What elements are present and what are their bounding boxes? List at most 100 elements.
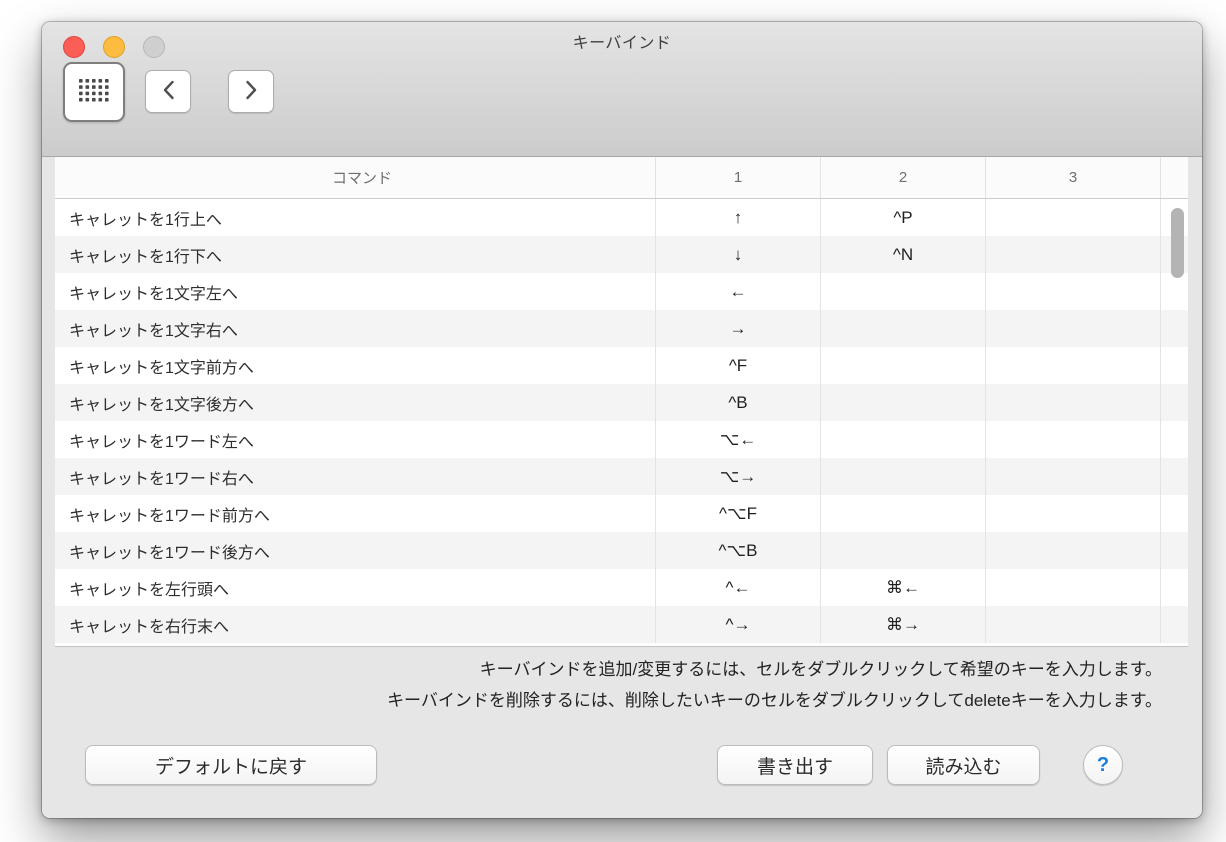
table-header: コマンド 1 2 3 xyxy=(55,157,1188,199)
key-cell[interactable] xyxy=(820,421,985,458)
command-cell[interactable]: キャレットを1文字前方へ xyxy=(55,347,655,384)
table-row: キャレットを1文字右へ→ xyxy=(55,310,1188,347)
key-cell[interactable] xyxy=(1160,495,1188,532)
key-cell[interactable] xyxy=(985,569,1160,606)
key-cell[interactable]: ^⌥B xyxy=(655,532,820,569)
command-cell[interactable]: キャレットを1行下へ xyxy=(55,236,655,273)
key-cell[interactable]: ^→ xyxy=(655,606,820,643)
key-cell[interactable] xyxy=(1160,347,1188,384)
key-cell[interactable]: ⌥← xyxy=(655,421,820,458)
export-button[interactable]: 書き出す xyxy=(717,745,873,785)
key-cell[interactable] xyxy=(820,458,985,495)
chevron-right-icon xyxy=(245,80,258,103)
keybind-table: コマンド 1 2 3 キャレットを1行上へ↑^Pキャレットを1行下へ↓^Nキャレ… xyxy=(55,157,1188,647)
key-cell[interactable] xyxy=(1160,273,1188,310)
table-row: キャレットを右行末へ^→⌘→ xyxy=(55,606,1188,643)
chevron-left-icon xyxy=(162,80,175,103)
command-cell[interactable]: キャレットを左行頭へ xyxy=(55,569,655,606)
titlebar[interactable]: キーバインド xyxy=(42,22,1202,62)
command-cell[interactable]: キャレットを1ワード右へ xyxy=(55,458,655,495)
table-row: キャレットを1ワード左へ⌥← xyxy=(55,421,1188,458)
button-row: デフォルトに戻す 書き出す 読み込む ? xyxy=(42,745,1202,785)
key-cell[interactable] xyxy=(820,495,985,532)
footer-panel: キーバインドを追加/変更するには、セルをダブルクリックして希望のキーを入力します… xyxy=(42,647,1202,818)
key-cell[interactable] xyxy=(1160,458,1188,495)
window-chrome: キーバインド xyxy=(42,22,1202,157)
forward-button[interactable] xyxy=(228,70,274,113)
key-cell[interactable]: ^N xyxy=(820,236,985,273)
key-cell[interactable] xyxy=(820,310,985,347)
command-cell[interactable]: キャレットを1文字左へ xyxy=(55,273,655,310)
help-text-line1: キーバインドを追加/変更するには、セルをダブルクリックして希望のキーを入力します… xyxy=(42,654,1162,685)
desktop: キーバインド xyxy=(0,0,1226,842)
key-cell[interactable] xyxy=(1160,421,1188,458)
command-cell[interactable]: キャレットを1ワード前方へ xyxy=(55,495,655,532)
table-body: キャレットを1行上へ↑^Pキャレットを1行下へ↓^Nキャレットを1文字左へ←キャ… xyxy=(55,199,1188,646)
key-cell[interactable]: ^← xyxy=(655,569,820,606)
vertical-scrollbar[interactable] xyxy=(1171,208,1184,278)
column-header-2[interactable]: 2 xyxy=(820,157,985,198)
key-cell[interactable]: ↓ xyxy=(655,236,820,273)
command-cell[interactable]: キャレットを1ワード後方へ xyxy=(55,532,655,569)
key-cell[interactable] xyxy=(985,384,1160,421)
key-cell[interactable] xyxy=(985,458,1160,495)
import-button[interactable]: 読み込む xyxy=(887,745,1040,785)
table-row: キャレットを1行上へ↑^P xyxy=(55,199,1188,236)
key-cell[interactable]: ^B xyxy=(655,384,820,421)
table-row: キャレットを1行下へ↓^N xyxy=(55,236,1188,273)
command-cell[interactable]: キャレットを1ワード左へ xyxy=(55,421,655,458)
column-header-extra xyxy=(1160,157,1188,198)
key-cell[interactable]: → xyxy=(655,310,820,347)
key-cell[interactable] xyxy=(985,606,1160,643)
column-header-1[interactable]: 1 xyxy=(655,157,820,198)
show-all-keys-button[interactable] xyxy=(63,62,125,122)
key-cell[interactable] xyxy=(1160,310,1188,347)
key-cell[interactable]: ^⌥F xyxy=(655,495,820,532)
table-row: キャレットを1文字後方へ^B xyxy=(55,384,1188,421)
help-text: キーバインドを追加/変更するには、セルをダブルクリックして希望のキーを入力します… xyxy=(42,647,1202,716)
table-row: キャレットを1文字左へ← xyxy=(55,273,1188,310)
key-cell[interactable] xyxy=(820,532,985,569)
command-cell[interactable]: キャレットを1文字右へ xyxy=(55,310,655,347)
command-cell[interactable]: キャレットを1文字後方へ xyxy=(55,384,655,421)
key-cell[interactable] xyxy=(1160,569,1188,606)
table-row: キャレットを1ワード前方へ^⌥F xyxy=(55,495,1188,532)
column-header-3[interactable]: 3 xyxy=(985,157,1160,198)
right-button-group: 書き出す 読み込む ? xyxy=(717,745,1123,785)
key-cell[interactable] xyxy=(985,495,1160,532)
back-button[interactable] xyxy=(145,70,191,113)
table-row: キャレットを左行頭へ^←⌘← xyxy=(55,569,1188,606)
table-row: キャレットを1ワード右へ⌥→ xyxy=(55,458,1188,495)
help-text-line2: キーバインドを削除するには、削除したいキーのセルをダブルクリックしてdelete… xyxy=(42,685,1162,716)
key-cell[interactable]: ⌘← xyxy=(820,569,985,606)
key-cell[interactable]: ⌥→ xyxy=(655,458,820,495)
help-button[interactable]: ? xyxy=(1083,745,1123,785)
keybind-window: キーバインド xyxy=(42,22,1202,818)
table-row: キャレットを1文字前方へ^F xyxy=(55,347,1188,384)
key-cell[interactable] xyxy=(820,273,985,310)
table-row: キャレットを1ワード後方へ^⌥B xyxy=(55,532,1188,569)
command-cell[interactable]: キャレットを右行末へ xyxy=(55,606,655,643)
key-cell[interactable]: ^P xyxy=(820,199,985,236)
command-cell[interactable]: キャレットを1行上へ xyxy=(55,199,655,236)
key-cell[interactable]: ← xyxy=(655,273,820,310)
key-cell[interactable] xyxy=(820,347,985,384)
key-cell[interactable] xyxy=(1160,606,1188,643)
toolbar xyxy=(42,62,1202,157)
key-cell[interactable]: ⌘→ xyxy=(820,606,985,643)
key-cell[interactable] xyxy=(985,236,1160,273)
key-cell[interactable] xyxy=(985,310,1160,347)
key-cell[interactable] xyxy=(820,384,985,421)
key-cell[interactable] xyxy=(985,347,1160,384)
key-cell[interactable] xyxy=(1160,532,1188,569)
key-cell[interactable] xyxy=(985,273,1160,310)
column-header-command[interactable]: コマンド xyxy=(55,157,655,198)
key-cell[interactable]: ^F xyxy=(655,347,820,384)
key-cell[interactable] xyxy=(985,532,1160,569)
key-cell[interactable] xyxy=(1160,384,1188,421)
restore-defaults-button[interactable]: デフォルトに戻す xyxy=(85,745,377,785)
key-cell[interactable] xyxy=(985,421,1160,458)
key-cell[interactable]: ↑ xyxy=(655,199,820,236)
key-cell[interactable] xyxy=(985,199,1160,236)
window-title: キーバインド xyxy=(42,22,1202,62)
